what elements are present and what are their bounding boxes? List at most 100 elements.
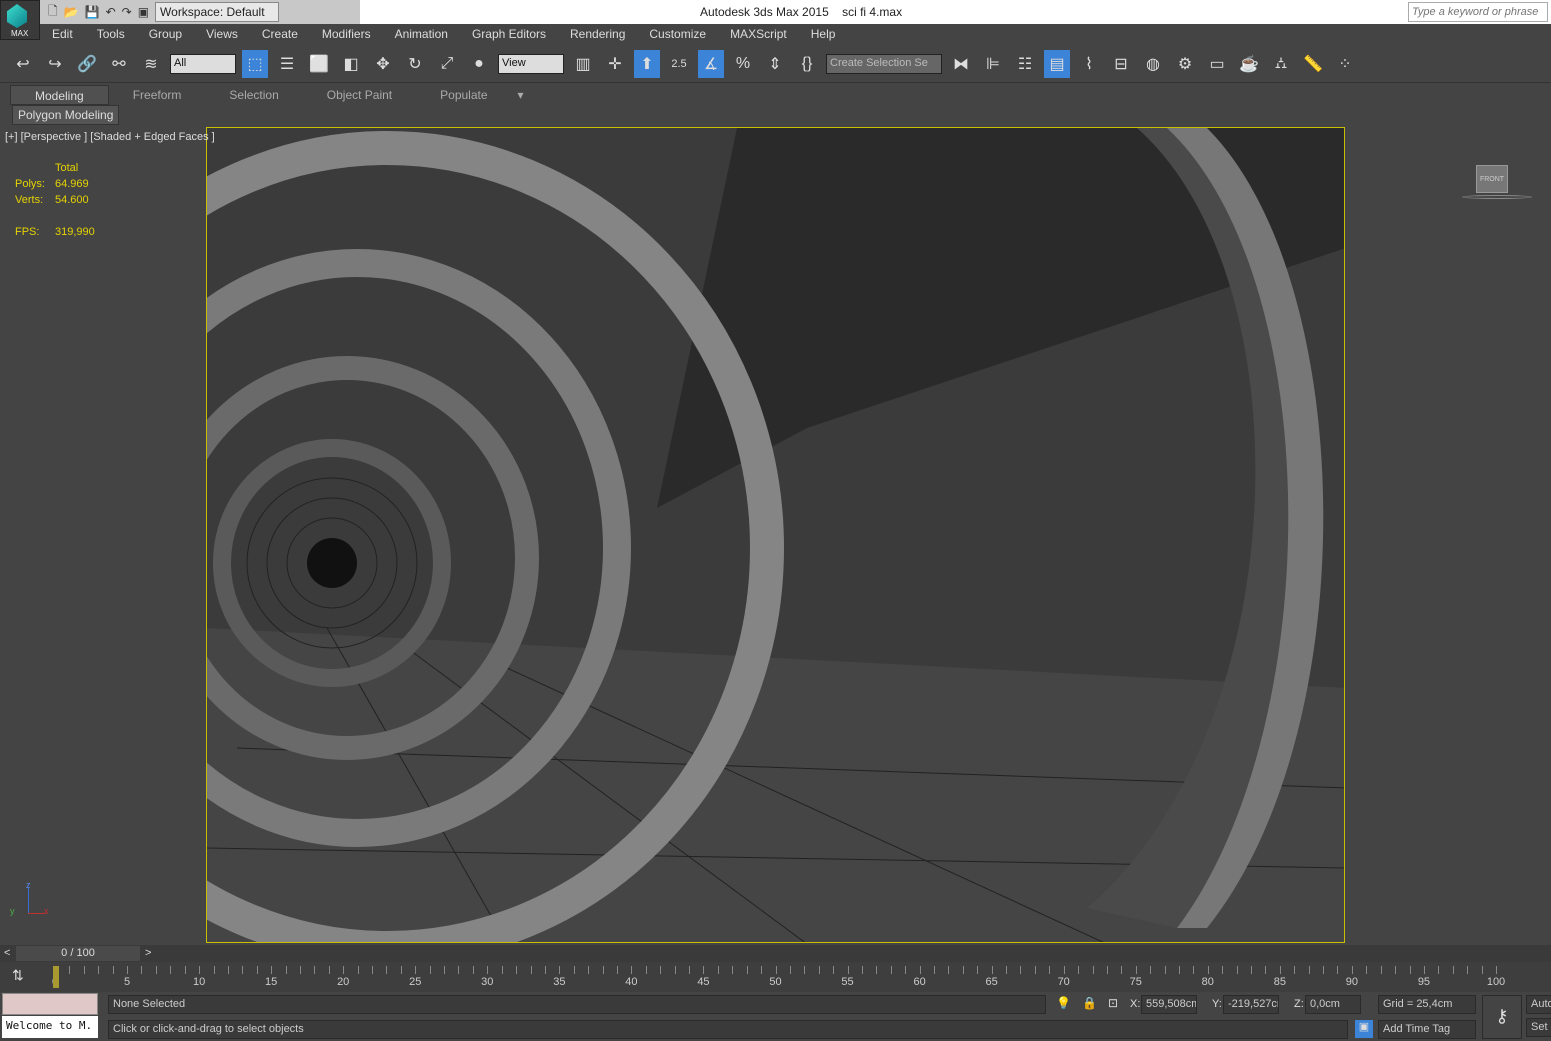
- render-setup-icon[interactable]: ⚙: [1172, 50, 1198, 78]
- tab-selection[interactable]: Selection: [205, 85, 302, 105]
- x-coordinate-field[interactable]: 559,508cm: [1141, 995, 1197, 1014]
- menu-modifiers[interactable]: Modifiers: [310, 24, 383, 45]
- place-icon[interactable]: ●: [466, 50, 492, 78]
- timeline-tick: [1078, 966, 1080, 974]
- menu-tools[interactable]: Tools: [85, 24, 137, 45]
- select-object-icon[interactable]: ⬚: [242, 49, 268, 78]
- angle-snap-icon[interactable]: ∡: [698, 49, 724, 78]
- viewcube-ring[interactable]: [1462, 195, 1532, 199]
- menu-create[interactable]: Create: [250, 24, 310, 45]
- menu-rendering[interactable]: Rendering: [558, 24, 637, 45]
- isolate-selection-icon[interactable]: 💡: [1056, 996, 1071, 1010]
- reference-coordinate-dropdown[interactable]: View: [498, 53, 564, 74]
- menu-customize[interactable]: Customize: [637, 24, 718, 45]
- timeline-tick: [847, 966, 849, 974]
- curve-editor-icon[interactable]: ⌇: [1076, 50, 1102, 78]
- rotate-icon[interactable]: ↻: [402, 50, 428, 78]
- selection-lock-icon[interactable]: 🔒: [1082, 996, 1097, 1010]
- menu-views[interactable]: Views: [194, 24, 250, 45]
- perspective-viewport[interactable]: [206, 127, 1345, 943]
- timeline-tick-label: 25: [409, 976, 422, 988]
- rendered-frame-window-icon[interactable]: ▭: [1204, 50, 1230, 78]
- open-file-icon[interactable]: 📂: [64, 5, 79, 19]
- search-input[interactable]: [1408, 2, 1548, 22]
- ribbon-options-icon[interactable]: ▾: [512, 85, 530, 105]
- menu-graph-editors[interactable]: Graph Editors: [460, 24, 558, 45]
- measure-icon[interactable]: 📏: [1300, 50, 1326, 78]
- render-teapot-icon[interactable]: ☕: [1236, 50, 1262, 78]
- menu-maxscript[interactable]: MAXScript: [718, 24, 799, 45]
- tab-modeling[interactable]: Modeling: [10, 85, 109, 105]
- viewport-label-menu[interactable]: [+] [Perspective ] [Shaded + Edged Faces…: [5, 131, 215, 143]
- timeline-ruler[interactable]: 0510152025303540455055606570758085909510…: [52, 966, 1505, 990]
- undo-icon[interactable]: ↶: [106, 5, 116, 19]
- civil-view-icon[interactable]: ⛼: [1268, 50, 1294, 78]
- menu-animation[interactable]: Animation: [383, 24, 460, 45]
- timeline-tick: [314, 966, 316, 974]
- selection-filter-dropdown[interactable]: All: [170, 53, 236, 74]
- maxscript-input[interactable]: Welcome to M.: [2, 1016, 98, 1038]
- viewcube-front-face[interactable]: FRONT: [1476, 165, 1508, 193]
- main-toolbar: ↩ ↪ 🔗 ⚯ ≋ All ⬚ ☰ ⬜ ◧ ✥ ↻ ⤢ ● View ▥ ✛ ⬆…: [0, 45, 1551, 83]
- redo-icon[interactable]: ↪: [42, 50, 68, 78]
- link-icon[interactable]: 🔗: [74, 50, 100, 78]
- layer-manager-icon[interactable]: ☷: [1012, 50, 1038, 78]
- spinner-snap-icon[interactable]: ⇕: [762, 50, 788, 78]
- material-editor-icon[interactable]: ◍: [1140, 50, 1166, 78]
- polygon-modeling-panel[interactable]: Polygon Modeling: [12, 105, 120, 125]
- redo-icon[interactable]: ↷: [122, 5, 132, 19]
- select-by-name-icon[interactable]: ☰: [274, 50, 300, 78]
- timeline-tick: [1380, 966, 1382, 974]
- time-slider[interactable]: 0 / 100: [16, 946, 140, 961]
- particle-view-icon[interactable]: ⁘: [1332, 50, 1358, 78]
- set-key-button[interactable]: Set: [1526, 1018, 1551, 1037]
- time-prev-button[interactable]: <: [4, 947, 10, 959]
- tab-populate[interactable]: Populate: [416, 85, 511, 105]
- time-tag-icon[interactable]: ▣: [1355, 1020, 1373, 1038]
- pivot-center-icon[interactable]: ▥: [570, 50, 596, 78]
- menu-help[interactable]: Help: [799, 24, 848, 45]
- time-next-button[interactable]: >: [145, 947, 151, 959]
- open-mini-curve-editor-icon[interactable]: ⇅: [12, 967, 24, 984]
- timeline-tick: [1020, 966, 1022, 974]
- bind-spacewarp-icon[interactable]: ≋: [138, 50, 164, 78]
- viewcube[interactable]: FRONT: [1462, 165, 1532, 201]
- max-logo-icon: [7, 4, 27, 28]
- z-coordinate-field[interactable]: 0,0cm: [1305, 995, 1361, 1014]
- set-key-icon[interactable]: ⚷: [1482, 995, 1522, 1039]
- timeline-tick: [631, 966, 633, 974]
- timeline-tick: [98, 966, 100, 974]
- timeline-tick: [1351, 966, 1353, 974]
- named-selection-dropdown[interactable]: Create Selection Se: [826, 53, 942, 74]
- percent-snap-icon[interactable]: %: [730, 50, 756, 78]
- menu-edit[interactable]: Edit: [40, 24, 85, 45]
- window-crossing-icon[interactable]: ◧: [338, 50, 364, 78]
- time-marker[interactable]: [53, 966, 59, 988]
- workspace-dropdown[interactable]: Workspace: Default: [155, 2, 280, 22]
- project-folder-icon[interactable]: ▣: [138, 5, 149, 19]
- save-icon[interactable]: 💾: [85, 5, 100, 19]
- application-button[interactable]: MAX: [0, 0, 40, 40]
- keyboard-shortcut-override-icon[interactable]: ⬆: [634, 49, 660, 78]
- snap-toggle-icon[interactable]: 2.5: [666, 50, 692, 78]
- schematic-view-icon[interactable]: ⊟: [1108, 50, 1134, 78]
- y-coordinate-field[interactable]: -219,527cm: [1223, 995, 1279, 1014]
- scale-icon[interactable]: ⤢: [434, 50, 460, 78]
- tab-object-paint[interactable]: Object Paint: [303, 85, 416, 105]
- align-icon[interactable]: ⊫: [980, 50, 1006, 78]
- edit-named-selection-icon[interactable]: {}: [794, 50, 820, 78]
- maxscript-listener-mini[interactable]: [2, 993, 98, 1015]
- undo-icon[interactable]: ↩: [10, 50, 36, 78]
- add-time-tag-button[interactable]: Add Time Tag: [1378, 1020, 1476, 1039]
- menu-group[interactable]: Group: [137, 24, 194, 45]
- auto-key-button[interactable]: Auto: [1526, 995, 1551, 1014]
- graphite-toolbar-icon[interactable]: ▤: [1044, 49, 1070, 78]
- rectangle-selection-icon[interactable]: ⬜: [306, 50, 332, 78]
- move-icon[interactable]: ✥: [370, 50, 396, 78]
- tab-freeform[interactable]: Freeform: [109, 85, 206, 105]
- unlink-icon[interactable]: ⚯: [106, 50, 132, 78]
- mirror-icon[interactable]: ⧓: [948, 50, 974, 78]
- manipulate-icon[interactable]: ✛: [602, 50, 628, 78]
- new-file-icon[interactable]: 🗋: [48, 2, 58, 23]
- absolute-mode-icon[interactable]: ⊡: [1108, 996, 1118, 1010]
